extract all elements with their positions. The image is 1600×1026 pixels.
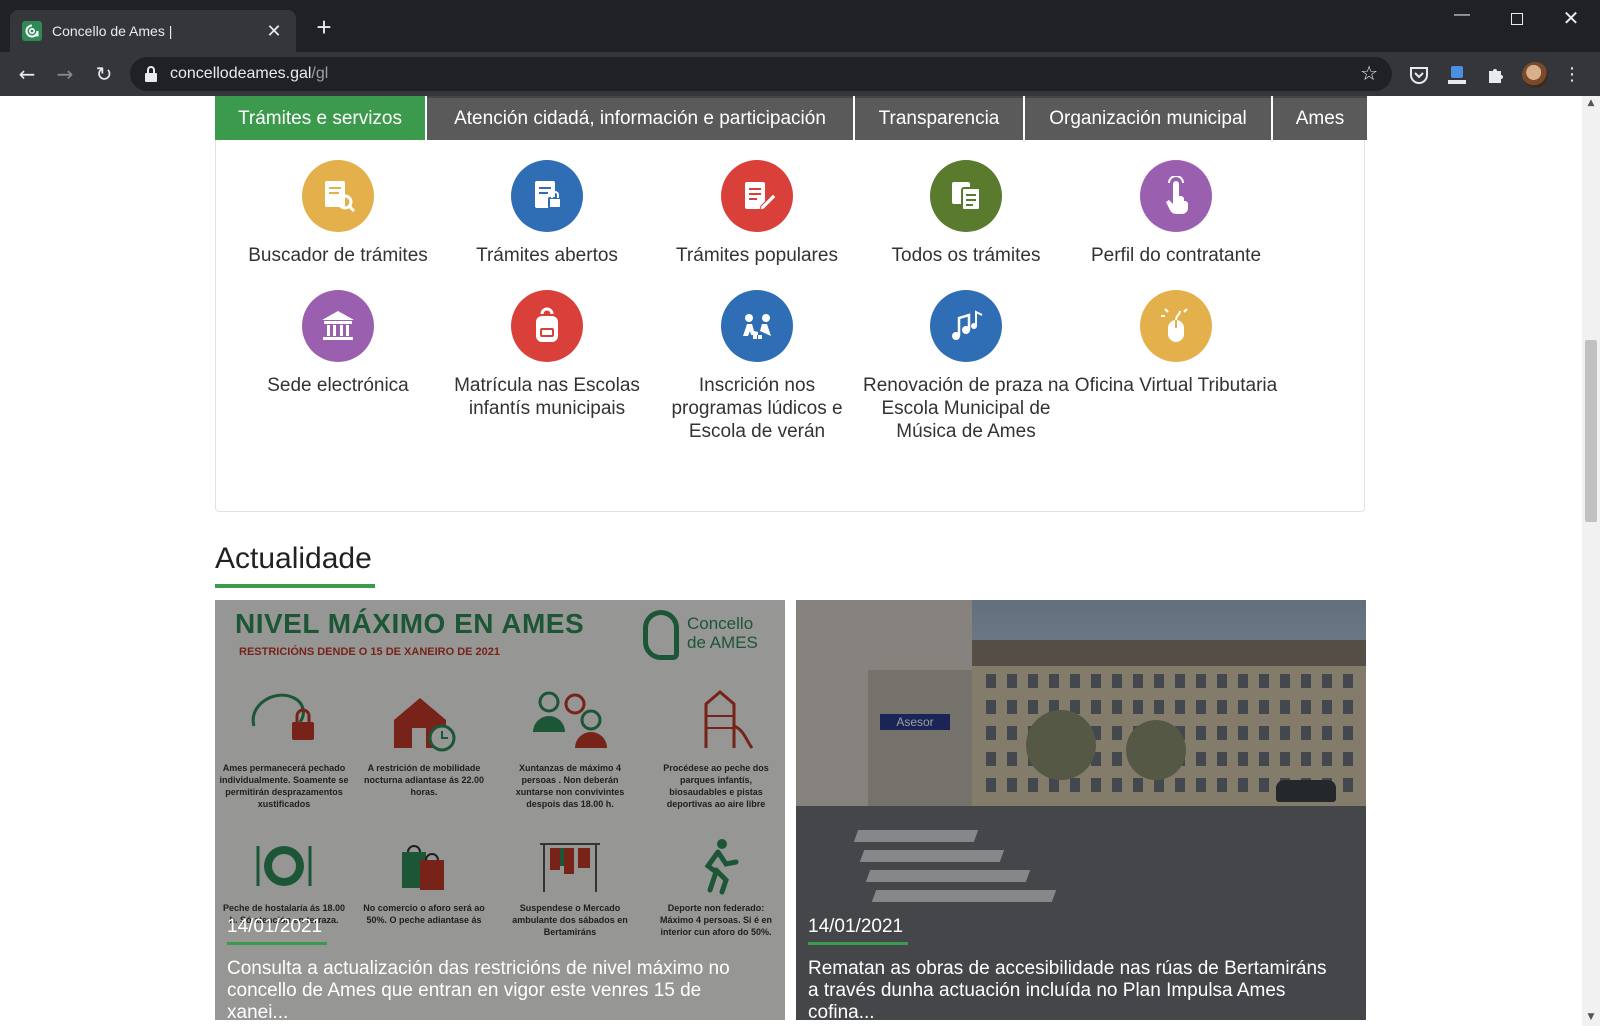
tab-title: Concello de Ames | (52, 23, 173, 39)
service-tramites-populares[interactable]: Trámites populares (652, 160, 862, 267)
service-label: Buscador de trámites (248, 245, 428, 266)
extension-download-icon[interactable] (1446, 64, 1468, 86)
scroll-down-arrow-icon[interactable]: ▼ (1582, 1012, 1600, 1024)
browser-menu-icon[interactable]: ⋮ (1562, 64, 1582, 86)
main-navigation: Trámites e servizos Atención cidadá, inf… (215, 96, 1369, 140)
back-arrow-icon[interactable]: ← (13, 60, 41, 88)
institution-icon (302, 290, 374, 362)
hand-pointer-icon (1140, 160, 1212, 232)
news-date: 14/01/2021 (227, 916, 323, 937)
service-label: Oficina Virtual Tributaria (1074, 375, 1278, 396)
service-oficina-virtual-tributaria[interactable]: Oficina Virtual Tributaria (1071, 290, 1281, 397)
section-title: Actualidade (215, 542, 372, 575)
news-date-underline (227, 942, 327, 945)
forward-arrow-icon[interactable]: → (51, 60, 79, 88)
service-sede-electronica[interactable]: Sede electrónica (233, 290, 443, 397)
services-panel: Buscador de trámites Trámites abertos Tr… (215, 140, 1365, 512)
browser-tab[interactable]: Concello de Ames | ✕ (10, 10, 296, 52)
service-label: Trámites populares (676, 245, 838, 266)
service-label: Matrícula nas Escolas infantís municipai… (454, 375, 640, 419)
service-label: Todos os trámites (891, 245, 1041, 266)
news-overlay (796, 600, 1366, 1020)
documents-stack-icon (930, 160, 1002, 232)
site-favicon-icon (22, 21, 42, 41)
page-viewport: Trámites e servizos Atención cidadá, inf… (0, 96, 1582, 1026)
browser-titlebar: Concello de Ames | ✕ + — ✕ (0, 0, 1600, 52)
maximize-icon (1511, 13, 1523, 25)
backpack-icon (511, 290, 583, 362)
document-search-icon (302, 160, 374, 232)
service-buscador-tramites[interactable]: Buscador de trámites (233, 160, 443, 267)
news-overlay (215, 600, 785, 1020)
lock-icon[interactable] (144, 66, 158, 82)
news-card[interactable]: NIVEL MÁXIMO EN AMES RESTRICIÓNS DENDE O… (215, 600, 785, 1020)
vertical-scrollbar[interactable]: ▲ ▼ (1582, 96, 1600, 1026)
url-path: /gl (311, 65, 329, 82)
extensions-puzzle-icon[interactable] (1485, 64, 1507, 86)
service-label: Sede electrónica (267, 375, 409, 396)
pocket-icon[interactable] (1408, 64, 1430, 86)
service-label: Inscrición nos programas lúdicos e Escol… (671, 375, 843, 442)
document-edit-icon (721, 160, 793, 232)
service-todos-tramites[interactable]: Todos os trámites (861, 160, 1071, 267)
scrollbar-thumb[interactable] (1585, 340, 1597, 522)
tab-organizacion-municipal[interactable]: Organización municipal (1025, 96, 1271, 140)
news-headline[interactable]: Consulta a actualización das restricións… (227, 958, 757, 1020)
music-notes-icon (930, 290, 1002, 362)
news-date-underline (808, 942, 908, 945)
window-maximize-button[interactable] (1502, 6, 1532, 34)
service-programas-ludicos[interactable]: Inscrición nos programas lúdicos e Escol… (652, 290, 862, 443)
tab-tramites-servizos[interactable]: Trámites e servizos (215, 96, 425, 140)
url-host: concellodeames.gal (170, 65, 312, 82)
address-bar[interactable]: concellodeames.gal/gl ☆ (130, 57, 1392, 91)
service-perfil-contratante[interactable]: Perfil do contratante (1071, 160, 1281, 267)
tab-transparencia[interactable]: Transparencia (855, 96, 1023, 140)
news-date: 14/01/2021 (808, 916, 904, 937)
window-minimize-button[interactable]: — (1447, 6, 1477, 34)
tab-ames[interactable]: Ames (1273, 96, 1367, 140)
bookmark-star-icon[interactable]: ☆ (1360, 61, 1378, 85)
profile-avatar[interactable] (1522, 62, 1548, 88)
kids-play-icon (721, 290, 793, 362)
browser-toolbar: ← → ↻ concellodeames.gal/gl ☆ ⋮ (0, 52, 1600, 96)
service-matricula-escolas[interactable]: Matrícula nas Escolas infantís municipai… (442, 290, 652, 420)
new-tab-button[interactable]: + (310, 14, 338, 42)
news-headline[interactable]: Rematan as obras de accesibilidade nas r… (808, 958, 1338, 1020)
tab-atencion-cidada[interactable]: Atención cidadá, información e participa… (427, 96, 853, 140)
service-label: Perfil do contratante (1090, 245, 1262, 266)
tab-close-icon[interactable]: ✕ (264, 21, 284, 42)
scroll-up-arrow-icon[interactable]: ▲ (1582, 98, 1600, 110)
mouse-click-icon (1140, 290, 1212, 362)
service-tramites-abertos[interactable]: Trámites abertos (442, 160, 652, 267)
service-label: Renovación de praza na Escola Municipal … (863, 375, 1069, 442)
service-escola-musica[interactable]: Renovación de praza na Escola Municipal … (861, 290, 1071, 443)
window-close-button[interactable]: ✕ (1556, 6, 1586, 34)
section-title-underline (215, 584, 375, 588)
news-card[interactable]: Asesor 14/01/2021 Rematan as obras de ac… (796, 600, 1366, 1020)
service-label: Trámites abertos (476, 245, 618, 266)
document-lock-icon (511, 160, 583, 232)
reload-icon[interactable]: ↻ (90, 60, 118, 88)
